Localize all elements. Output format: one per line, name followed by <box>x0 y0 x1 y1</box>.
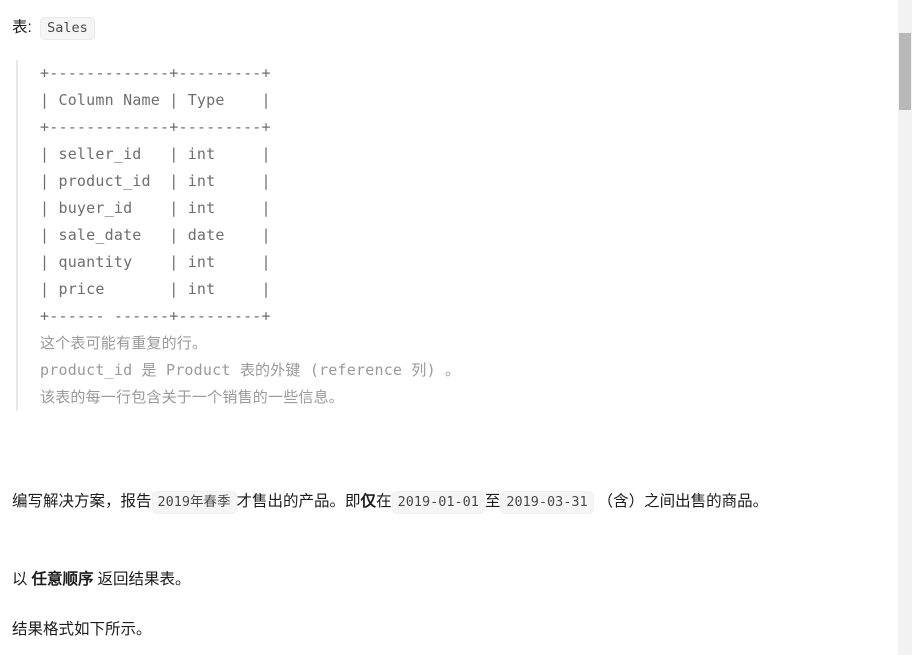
vertical-scrollbar-thumb[interactable] <box>899 33 911 110</box>
order-text-2: 返回结果表。 <box>97 571 191 588</box>
schema-notes: 这个表可能有重复的行。 product_id 是 Product 表的外键 (r… <box>40 334 461 406</box>
document-page: 表: Sales +-------------+---------+ | Col… <box>0 0 898 655</box>
order-text-1: 以 <box>12 571 28 588</box>
schema-code-block: +-------------+---------+ | Column Name … <box>16 60 776 411</box>
paragraph-task: 编写解决方案，报告 2019年春季 才售出的产品。即仅在 2019-01-01 至 201… <box>12 486 880 518</box>
vertical-scrollbar-track[interactable] <box>898 0 912 655</box>
task-bold-only: 仅 <box>360 493 377 510</box>
code-date-end: 2019-03-31 <box>500 491 594 514</box>
order-bold: 任意顺序 <box>31 571 94 588</box>
paragraph-order: 以任意顺序 返回结果表。 <box>12 564 612 595</box>
table-label-prefix: 表: <box>12 19 32 36</box>
paragraph-format: 结果格式如下所示。 <box>12 614 612 645</box>
task-text-2: 才售出的产品。即 <box>236 493 361 510</box>
code-season: 2019年春季 <box>151 491 237 514</box>
format-text: 结果格式如下所示。 <box>12 621 152 638</box>
task-text-4: 至 <box>484 493 501 510</box>
table-name-code: Sales <box>40 17 95 40</box>
task-text-3: 在 <box>376 493 392 510</box>
schema-ascii-table: +-------------+---------+ | Column Name … <box>40 64 271 325</box>
code-date-start: 2019-01-01 <box>391 491 485 514</box>
table-label: 表: Sales <box>12 16 95 40</box>
task-text-5: （含）之间出售的商品。 <box>597 493 769 510</box>
task-text-1: 编写解决方案，报告 <box>12 493 152 510</box>
